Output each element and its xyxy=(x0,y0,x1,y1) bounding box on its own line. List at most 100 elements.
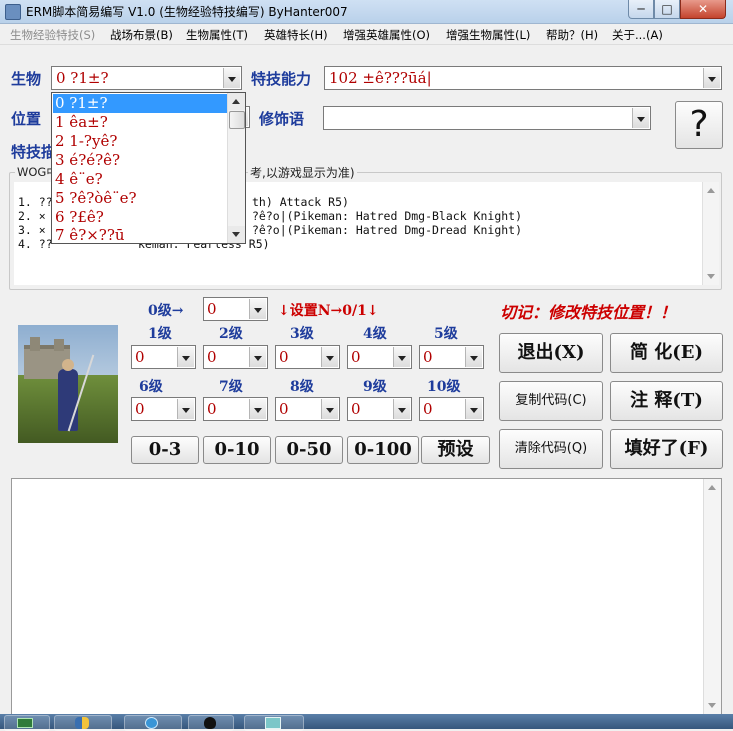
chevron-down-icon[interactable] xyxy=(321,347,338,367)
description-line-4-left: 4. ?? xyxy=(18,237,53,251)
done-label: 填好了(F) xyxy=(624,438,709,459)
chevron-down-icon[interactable] xyxy=(703,68,720,88)
menu-creature-attr[interactable]: 生物属性(T) xyxy=(186,27,248,43)
simplify-button[interactable]: 简 化(E) xyxy=(610,333,723,373)
chevron-down-icon[interactable] xyxy=(393,347,410,367)
terminal-icon xyxy=(17,718,33,728)
scroll-down-icon[interactable] xyxy=(708,703,716,708)
ability-select[interactable]: 102 ±ê???ūá| xyxy=(324,66,722,90)
copy-code-button[interactable]: 复制代码(C) xyxy=(499,381,603,421)
level1-select[interactable]: 0 xyxy=(131,345,196,369)
level3-value: 0 xyxy=(279,348,289,366)
list-item[interactable]: 1 êa±? xyxy=(53,113,229,132)
app-window-icon xyxy=(265,717,281,729)
scroll-up-button[interactable] xyxy=(228,93,245,110)
menu-enhance-hero[interactable]: 增强英雄属性(O) xyxy=(343,27,430,43)
creature-select[interactable]: 0 ?1±? xyxy=(51,66,242,90)
question-icon: ? xyxy=(689,104,709,145)
copy-code-label: 复制代码(C) xyxy=(515,393,587,408)
chevron-down-icon[interactable] xyxy=(249,347,266,367)
code-output-area[interactable] xyxy=(11,478,722,715)
chevron-down-icon[interactable] xyxy=(177,347,194,367)
chevron-down-icon[interactable] xyxy=(223,68,240,88)
preset-0-100-label: 0-100 xyxy=(354,439,412,460)
level4-label: 4级 xyxy=(363,326,387,342)
level0-select[interactable]: 0 xyxy=(203,297,268,321)
menu-enhance-creature[interactable]: 增强生物属性(L) xyxy=(446,27,530,43)
chevron-down-icon[interactable] xyxy=(249,399,266,419)
minimize-icon: ─ xyxy=(637,2,645,16)
level6-select[interactable]: 0 xyxy=(131,397,196,421)
exit-button[interactable]: 退出(X) xyxy=(499,333,603,373)
maximize-button[interactable]: □ xyxy=(654,0,680,19)
modifier-select[interactable] xyxy=(323,106,651,130)
level3-label: 3级 xyxy=(290,326,314,342)
menu-battlefield[interactable]: 战场布景(B) xyxy=(110,27,173,43)
dropdown-scrollbar[interactable] xyxy=(227,93,245,243)
level0-label: 0级→ xyxy=(148,303,184,319)
chevron-down-icon[interactable] xyxy=(177,399,194,419)
scroll-thumb[interactable] xyxy=(229,111,245,129)
level5-label: 5级 xyxy=(434,326,458,342)
description-scrollbar[interactable] xyxy=(702,182,719,285)
preset-0-100-button[interactable]: 0-100 xyxy=(347,436,419,464)
scroll-down-icon[interactable] xyxy=(707,274,715,279)
description-line-2-right: ?ê?o|(Pikeman: Hatred Dmg-Black Knight) xyxy=(252,209,523,223)
exit-label: 退出(X) xyxy=(517,342,585,363)
menu-about[interactable]: 关于...(A) xyxy=(612,27,663,43)
chevron-down-icon[interactable] xyxy=(393,399,410,419)
level4-select[interactable]: 0 xyxy=(347,345,412,369)
menu-creature-skill[interactable]: 生物经验特技(S) xyxy=(10,27,95,43)
creature-select-value: 0 ?1±? xyxy=(56,69,109,87)
list-item[interactable]: 0 ?1±? xyxy=(53,94,229,113)
level8-select[interactable]: 0 xyxy=(275,397,340,421)
scroll-up-icon[interactable] xyxy=(708,485,716,490)
preset-0-50-button[interactable]: 0-50 xyxy=(275,436,343,464)
chevron-down-icon[interactable] xyxy=(465,347,482,367)
list-item[interactable]: 4 ê¨e? xyxy=(53,170,229,189)
description-line-3-right: ?ê?o|(Pikeman: Hatred Dmg-Dread Knight) xyxy=(252,223,523,237)
preset-0-3-button[interactable]: 0-3 xyxy=(131,436,199,464)
simplify-label: 简 化(E) xyxy=(629,342,704,363)
level9-value: 0 xyxy=(351,400,361,418)
modifier-label: 修饰语 xyxy=(259,110,305,128)
list-item[interactable]: 7 ê?×??ū xyxy=(53,226,229,243)
level3-select[interactable]: 0 xyxy=(275,345,340,369)
preset-default-label: 预设 xyxy=(437,439,474,460)
level7-select[interactable]: 0 xyxy=(203,397,268,421)
help-button[interactable]: ? xyxy=(675,101,723,149)
level5-select[interactable]: 0 xyxy=(419,345,484,369)
done-button[interactable]: 填好了(F) xyxy=(610,429,723,469)
creature-portrait xyxy=(18,325,118,443)
chevron-down-icon[interactable] xyxy=(321,399,338,419)
minimize-button[interactable]: ─ xyxy=(628,0,654,19)
preset-0-10-button[interactable]: 0-10 xyxy=(203,436,271,464)
list-item[interactable]: 5 ?ê?òê¨e? xyxy=(53,189,229,208)
scroll-up-icon[interactable] xyxy=(707,188,715,193)
level1-label: 1级 xyxy=(148,326,172,342)
menu-hero-specialty[interactable]: 英雄特长(H) xyxy=(264,27,328,43)
menu-bar: 生物经验特技(S) 战场布景(B) 生物属性(T) 英雄特长(H) 增强英雄属性… xyxy=(0,24,733,45)
comment-button[interactable]: 注 释(T) xyxy=(610,381,723,421)
close-button[interactable]: ✕ xyxy=(680,0,726,19)
chevron-down-icon[interactable] xyxy=(632,108,649,128)
level10-select[interactable]: 0 xyxy=(419,397,484,421)
list-item[interactable]: 6 ?£ê? xyxy=(53,208,229,227)
creature-dropdown-list[interactable]: 0 ?1±? 1 êa±? 2 1-?yê? 3 é?é?ê? 4 ê¨e? 5… xyxy=(51,92,246,244)
chevron-down-icon[interactable] xyxy=(249,299,266,319)
level2-select[interactable]: 0 xyxy=(203,345,268,369)
app-icon xyxy=(5,4,21,20)
chevron-down-icon[interactable] xyxy=(465,399,482,419)
set-hint: ↓设置N→0/1↓ xyxy=(278,303,379,319)
maximize-icon: □ xyxy=(661,2,673,16)
menu-help[interactable]: 帮助？(H) xyxy=(546,27,598,43)
level9-select[interactable]: 0 xyxy=(347,397,412,421)
list-item[interactable]: 3 é?é?ê? xyxy=(53,151,229,170)
scroll-down-button[interactable] xyxy=(228,226,245,243)
output-scrollbar[interactable] xyxy=(703,479,721,714)
preset-default-button[interactable]: 预设 xyxy=(421,436,490,464)
clear-code-button[interactable]: 清除代码(Q) xyxy=(499,429,603,469)
list-item[interactable]: 2 1-?yê? xyxy=(53,132,229,151)
position-label: 位置 xyxy=(11,110,42,128)
clear-code-label: 清除代码(Q) xyxy=(514,441,588,456)
